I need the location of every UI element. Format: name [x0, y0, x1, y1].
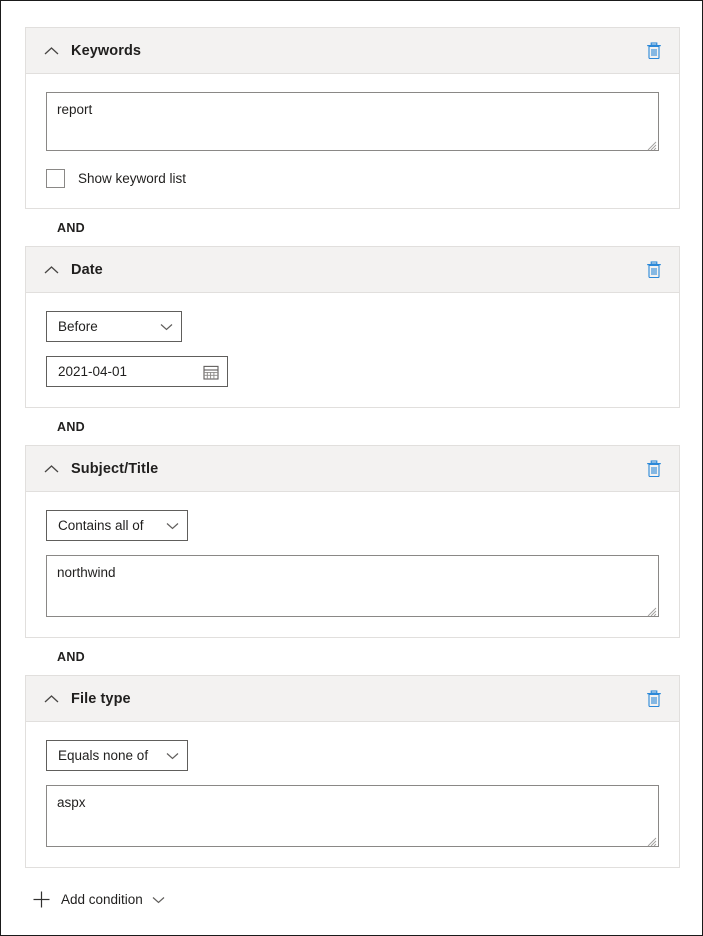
connector-and-2: AND	[25, 408, 680, 445]
condition-title: File type	[71, 691, 131, 707]
trash-icon[interactable]	[641, 456, 667, 482]
show-keyword-list-row[interactable]: Show keyword list	[46, 169, 659, 188]
trash-icon[interactable]	[641, 686, 667, 712]
trash-icon[interactable]	[641, 257, 667, 283]
screenshot-frame: Keywords	[0, 0, 703, 936]
chevron-down-icon	[152, 896, 165, 904]
condition-body-date: Before 2021-04-01	[26, 293, 679, 407]
show-keyword-list-label: Show keyword list	[78, 171, 186, 186]
date-operator-dropdown[interactable]: Before	[46, 311, 182, 342]
filetype-textarea-wrapper	[46, 785, 659, 847]
connector-and-1: AND	[25, 209, 680, 246]
condition-card-file-type: File type Equals none of	[25, 675, 680, 868]
keywords-input[interactable]	[46, 92, 659, 151]
condition-title: Subject/Title	[71, 461, 158, 477]
subject-input[interactable]	[46, 555, 659, 617]
chevron-up-icon[interactable]	[40, 40, 62, 62]
filetype-input[interactable]	[46, 785, 659, 847]
condition-title: Keywords	[71, 43, 141, 59]
connector-label: AND	[57, 650, 85, 664]
add-condition-label: Add condition	[61, 892, 143, 907]
add-condition-button[interactable]: Add condition	[33, 891, 193, 908]
chevron-up-icon[interactable]	[40, 259, 62, 281]
keywords-textarea-wrapper	[46, 92, 659, 151]
chevron-up-icon[interactable]	[40, 688, 62, 710]
date-value: 2021-04-01	[58, 364, 127, 379]
show-keyword-list-checkbox[interactable]	[46, 169, 65, 188]
date-value-field[interactable]: 2021-04-01	[46, 356, 228, 387]
condition-body-subject-title: Contains all of	[26, 492, 679, 637]
plus-icon	[33, 891, 50, 908]
condition-header-file-type: File type	[26, 676, 679, 722]
condition-header-keywords: Keywords	[26, 28, 679, 74]
chevron-down-icon	[152, 752, 179, 760]
condition-body-keywords: Show keyword list	[26, 74, 679, 208]
subject-operator-dropdown[interactable]: Contains all of	[46, 510, 188, 541]
trash-icon[interactable]	[641, 38, 667, 64]
condition-header-subject-title: Subject/Title	[26, 446, 679, 492]
condition-card-keywords: Keywords	[25, 27, 680, 209]
chevron-down-icon	[146, 323, 173, 331]
filetype-operator-dropdown[interactable]: Equals none of	[46, 740, 188, 771]
chevron-up-icon[interactable]	[40, 458, 62, 480]
connector-label: AND	[57, 221, 85, 235]
connector-and-3: AND	[25, 638, 680, 675]
condition-title: Date	[71, 262, 103, 278]
condition-body-file-type: Equals none of	[26, 722, 679, 867]
condition-card-date: Date Before	[25, 246, 680, 408]
calendar-icon[interactable]	[203, 364, 219, 380]
connector-label: AND	[57, 420, 85, 434]
chevron-down-icon	[152, 522, 179, 530]
condition-card-subject-title: Subject/Title Contains all of	[25, 445, 680, 638]
filetype-operator-value: Equals none of	[58, 748, 148, 763]
condition-header-date: Date	[26, 247, 679, 293]
subject-operator-value: Contains all of	[58, 518, 144, 533]
condition-builder: Keywords	[25, 27, 680, 908]
date-operator-value: Before	[58, 319, 98, 334]
subject-textarea-wrapper	[46, 555, 659, 617]
